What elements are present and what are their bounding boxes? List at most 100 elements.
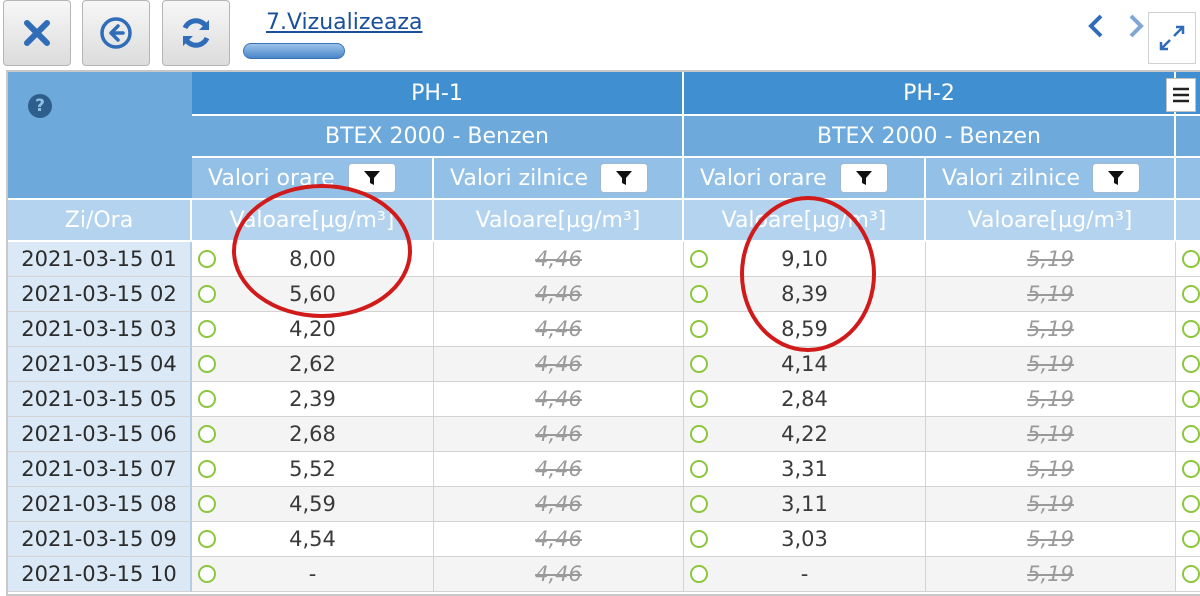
overflow-cell	[1176, 522, 1200, 557]
table-row[interactable]: 2021-03-15 09 4,54 4,46 3,03 5,19	[8, 522, 1200, 557]
date-cell: 2021-03-15 06	[8, 417, 192, 452]
table-row[interactable]: 2021-03-15 03 4,20 4,46 8,59 5,19	[8, 312, 1200, 347]
ph2-daily-cell: 5,19	[926, 347, 1176, 382]
next-button[interactable]	[1122, 8, 1150, 44]
pollutant-header-ph2: BTEX 2000 - Benzen	[684, 114, 1176, 156]
cell-value: 5,19	[1027, 562, 1074, 586]
cell-value: 5,19	[1027, 352, 1074, 376]
cell-value: 3,11	[781, 492, 828, 516]
overflow-cell	[1176, 312, 1200, 347]
status-ok-icon	[1182, 460, 1200, 478]
status-ok-icon	[1182, 355, 1200, 373]
ph1-hourly-cell: 4,59	[192, 487, 434, 522]
filter-icon	[364, 171, 380, 185]
ph1-hourly-cell: 2,68	[192, 417, 434, 452]
ph2-daily-cell: 5,19	[926, 487, 1176, 522]
status-ok-icon	[690, 460, 708, 478]
help-icon[interactable]: ?	[28, 94, 52, 118]
cell-value: 4,46	[535, 422, 582, 446]
table-row[interactable]: 2021-03-15 04 2,62 4,46 4,14 5,19	[8, 347, 1200, 382]
cell-value: 2021-03-15 01	[21, 247, 177, 271]
station-header-ph2: PH-2	[684, 72, 1176, 114]
date-cell: 2021-03-15 05	[8, 382, 192, 417]
ph2-daily-cell: 5,19	[926, 452, 1176, 487]
subheader-label: Valori zilnice	[942, 165, 1081, 191]
ph2-hourly-cell: 3,03	[684, 522, 926, 557]
refresh-button[interactable]	[162, 0, 230, 66]
status-ok-icon	[690, 285, 708, 303]
cell-value: 4,14	[781, 352, 828, 376]
date-cell: 2021-03-15 03	[8, 312, 192, 347]
status-ok-icon	[1182, 425, 1200, 443]
cell-value: 4,59	[289, 492, 336, 516]
table-row[interactable]: 2021-03-15 02 5,60 4,46 8,39 5,19	[8, 277, 1200, 312]
filter-icon	[856, 171, 872, 185]
expand-button[interactable]	[1148, 12, 1196, 64]
cell-value: 4,46	[535, 457, 582, 481]
ph1-daily-cell: 4,46	[434, 347, 684, 382]
ph2-daily-cell: 5,19	[926, 382, 1176, 417]
date-cell: 2021-03-15 07	[8, 452, 192, 487]
cell-value: -	[308, 562, 317, 586]
cell-value: 2021-03-15 06	[21, 422, 177, 446]
filter-button[interactable]	[1092, 163, 1140, 193]
unit-header: Valoare[µg/m³]	[926, 198, 1176, 240]
table-row[interactable]: 2021-03-15 06 2,68 4,46 4,22 5,19	[8, 417, 1200, 452]
table-row[interactable]: 2021-03-15 10 - 4,46 - 5,19	[8, 557, 1200, 592]
cell-value: 5,19	[1027, 527, 1074, 551]
filter-button[interactable]	[600, 163, 648, 193]
cell-value: 4,20	[289, 317, 336, 341]
filter-icon	[616, 171, 632, 185]
tab-vizualizeaza[interactable]: 7.Vizualizeaza	[266, 10, 422, 35]
subheader-ph2-hourly: Valori orare	[684, 156, 926, 198]
ph2-hourly-cell: -	[684, 557, 926, 592]
status-ok-icon	[690, 250, 708, 268]
cell-value: 2021-03-15 02	[21, 282, 177, 306]
filter-button[interactable]	[840, 163, 888, 193]
overflow-cell	[1176, 487, 1200, 522]
table-row[interactable]: 2021-03-15 05 2,39 4,46 2,84 5,19	[8, 382, 1200, 417]
cell-value: 3,03	[781, 527, 828, 551]
status-ok-icon	[690, 390, 708, 408]
table-row[interactable]: 2021-03-15 07 5,52 4,46 3,31 5,19	[8, 452, 1200, 487]
ph1-daily-cell: 4,46	[434, 452, 684, 487]
cell-value: 5,19	[1027, 282, 1074, 306]
cell-value: -	[800, 562, 809, 586]
cell-value: 5,19	[1027, 247, 1074, 271]
status-ok-icon	[690, 355, 708, 373]
ph1-daily-cell: 4,46	[434, 522, 684, 557]
ph2-hourly-cell: 4,14	[684, 347, 926, 382]
status-ok-icon	[1182, 390, 1200, 408]
cell-value: 2021-03-15 05	[21, 387, 177, 411]
annotation-circle-ph1	[232, 184, 412, 318]
status-ok-icon	[690, 425, 708, 443]
cell-value: 4,54	[289, 527, 336, 551]
table-row[interactable]: 2021-03-15 01 8,00 4,46 9,10 5,19	[8, 242, 1200, 277]
annotation-circle-ph2	[740, 196, 876, 352]
close-button[interactable]	[3, 0, 71, 66]
data-grid: ? PH-1 PH-2 BTEX 2000 - Benzen BTEX 2000…	[6, 70, 1200, 596]
subheader-label: Valori zilnice	[450, 165, 589, 191]
column-menu-button[interactable]	[1166, 78, 1196, 112]
status-ok-icon	[1182, 565, 1200, 583]
back-button[interactable]	[82, 0, 150, 66]
status-ok-icon	[1182, 530, 1200, 548]
corner-header-area: ?	[8, 72, 192, 198]
status-ok-icon	[198, 530, 216, 548]
cell-value: 4,46	[535, 492, 582, 516]
toolbar: 7.Vizualizeaza	[0, 0, 1200, 70]
cell-value: 3,31	[781, 457, 828, 481]
ph1-daily-cell: 4,46	[434, 312, 684, 347]
prev-button[interactable]	[1080, 8, 1112, 44]
cell-value: 2,68	[289, 422, 336, 446]
overflow-cell	[1176, 452, 1200, 487]
header-extra	[1176, 156, 1200, 198]
ph2-hourly-cell: 2,84	[684, 382, 926, 417]
chevron-left-icon	[1088, 14, 1103, 38]
ph2-hourly-cell: 3,11	[684, 487, 926, 522]
unit-header: Valoare[µg/m³]	[434, 198, 684, 240]
table-row[interactable]: 2021-03-15 08 4,59 4,46 3,11 5,19	[8, 487, 1200, 522]
cell-value: 4,46	[535, 247, 582, 271]
cell-value: 5,19	[1027, 492, 1074, 516]
ph2-daily-cell: 5,19	[926, 312, 1176, 347]
